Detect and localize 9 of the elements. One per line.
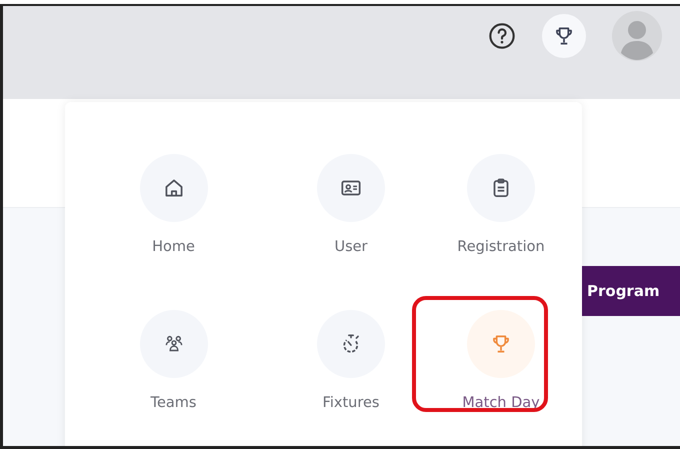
menu-item-label[interactable]: Teams xyxy=(150,395,196,411)
menu-item-label[interactable]: User xyxy=(334,239,368,255)
menu-item-label[interactable]: Home xyxy=(152,239,195,255)
menu-item-label[interactable]: Registration xyxy=(457,239,545,255)
trophy-button[interactable] xyxy=(542,14,586,58)
menu-item-label[interactable]: Fixtures xyxy=(322,395,380,411)
program-button[interactable]: Program xyxy=(582,266,680,316)
help-icon[interactable] xyxy=(488,22,516,50)
menu-item-label[interactable]: Match Day xyxy=(462,395,540,411)
